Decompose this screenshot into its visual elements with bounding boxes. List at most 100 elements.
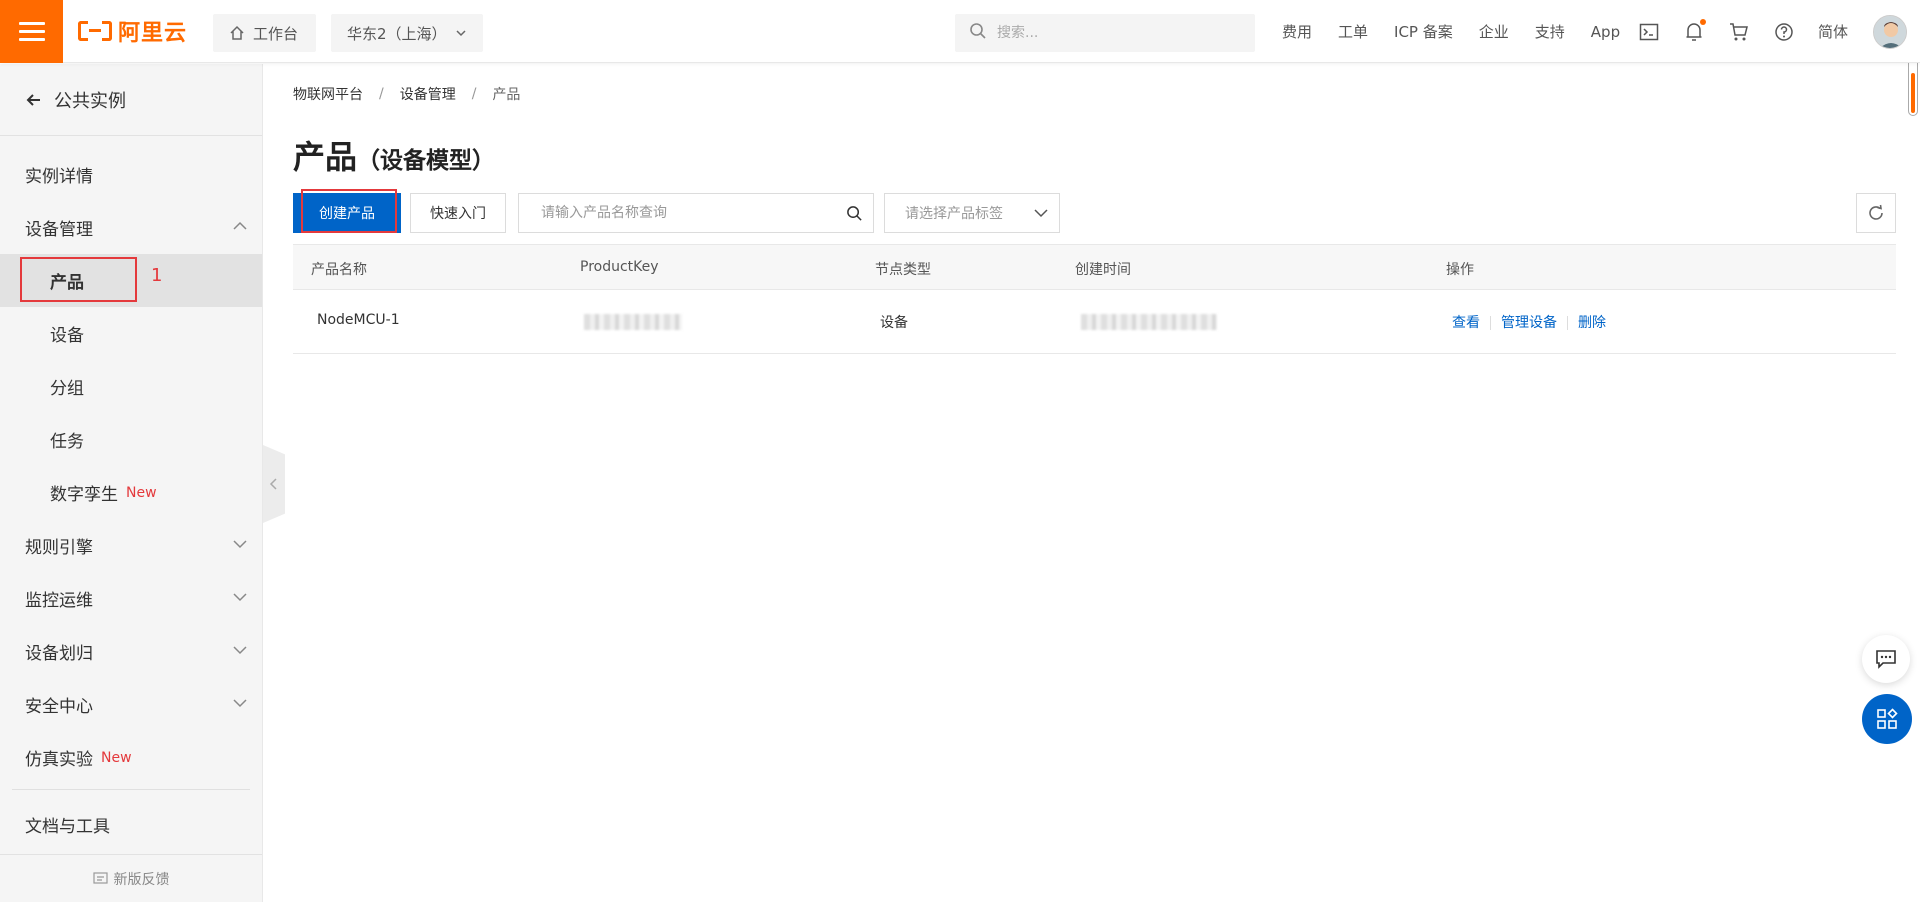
- home-icon: [229, 25, 245, 41]
- link-ticket[interactable]: 工单: [1338, 21, 1368, 42]
- sidebar-item-groups[interactable]: 分组: [0, 360, 262, 413]
- annotation-highlight-box: [301, 189, 397, 233]
- sidebar-item-label: 规则引擎: [25, 538, 93, 558]
- created-time-blurred: [1081, 314, 1217, 334]
- search-icon: [969, 22, 987, 44]
- quickstart-button[interactable]: 快速入门: [410, 193, 506, 233]
- arrow-left-icon: [26, 92, 42, 108]
- manage-devices-link[interactable]: 管理设备: [1501, 315, 1557, 331]
- sidebar-item-security-center[interactable]: 安全中心: [0, 678, 262, 731]
- avatar[interactable]: [1873, 15, 1907, 49]
- back-label: 公共实例: [54, 90, 126, 112]
- product-key-blurred: [584, 314, 682, 334]
- link-enterprise[interactable]: 企业: [1479, 21, 1509, 42]
- column-header-name: 产品名称: [311, 262, 367, 278]
- refresh-icon: [1869, 204, 1883, 220]
- chevron-down-icon: [455, 27, 467, 39]
- column-header-node-type: 节点类型: [875, 262, 931, 278]
- breadcrumb-iot-platform[interactable]: 物联网平台: [293, 84, 363, 104]
- link-billing[interactable]: 费用: [1282, 21, 1312, 42]
- chevron-down-icon: [232, 591, 248, 603]
- breadcrumb-current: 产品: [492, 87, 521, 103]
- aliyun-logo-icon: [78, 19, 112, 43]
- main-content: 物联网平台 / 设备管理 / 产品 产品（设备模型） 创建产品 2 快速入门 请…: [264, 64, 1920, 902]
- sidebar-item-label: 监控运维: [25, 591, 93, 611]
- apps-button[interactable]: [1862, 694, 1912, 744]
- table-row: NodeMCU-1 设备 查看 管理设备 删除: [293, 290, 1896, 354]
- sidebar-item-device-assignment[interactable]: 设备划归: [0, 625, 262, 678]
- delete-link[interactable]: 删除: [1578, 315, 1606, 331]
- column-header-created: 创建时间: [1075, 262, 1131, 278]
- top-icons: [1638, 0, 1818, 63]
- breadcrumb-device-management[interactable]: 设备管理: [400, 84, 456, 104]
- sidebar-item-label: 设备: [50, 326, 84, 346]
- global-search-input[interactable]: [995, 24, 1235, 42]
- feedback-button[interactable]: 新版反馈: [0, 854, 262, 902]
- breadcrumb: 物联网平台 / 设备管理 / 产品: [293, 84, 520, 104]
- view-link[interactable]: 查看: [1452, 315, 1480, 331]
- search-icon[interactable]: [846, 205, 863, 222]
- chat-button[interactable]: [1862, 635, 1910, 683]
- back-to-instances[interactable]: 公共实例: [0, 64, 262, 136]
- global-search[interactable]: [955, 14, 1255, 52]
- product-search-input[interactable]: [539, 204, 829, 222]
- sidebar-item-instance-detail[interactable]: 实例详情: [0, 148, 262, 201]
- workbench-label: 工作台: [253, 24, 299, 43]
- brand-name: 阿里云: [118, 21, 188, 46]
- page-title-sub: （设备模型）: [357, 148, 496, 174]
- sidebar-item-label: 设备管理: [25, 220, 93, 240]
- new-badge: New: [126, 484, 157, 501]
- sidebar-item-label: 任务: [50, 432, 84, 452]
- toolbar: 创建产品 2 快速入门 请选择产品标签: [293, 189, 1896, 234]
- chevron-down-icon: [1033, 206, 1049, 220]
- brand-logo[interactable]: 阿里云: [78, 16, 187, 46]
- chevron-up-icon: [232, 220, 248, 232]
- annotation-highlight-box: [20, 257, 137, 302]
- product-search[interactable]: [518, 193, 874, 233]
- chat-icon: [1876, 650, 1896, 669]
- apps-icon: [1877, 708, 1898, 729]
- region-selector[interactable]: 华东2（上海）: [331, 14, 483, 52]
- sidebar-item-tasks[interactable]: 任务: [0, 413, 262, 466]
- product-tag-select[interactable]: 请选择产品标签: [884, 193, 1060, 233]
- terminal-icon[interactable]: [1638, 21, 1660, 43]
- sidebar-item-devices[interactable]: 设备: [0, 307, 262, 360]
- bell-icon[interactable]: [1683, 18, 1706, 43]
- link-icp[interactable]: ICP 备案: [1394, 21, 1453, 42]
- sidebar-item-products[interactable]: 产品 1: [0, 254, 262, 307]
- sidebar-item-label: 安全中心: [25, 697, 93, 717]
- menu-icon[interactable]: [0, 0, 63, 63]
- refresh-button[interactable]: [1856, 193, 1896, 233]
- link-app[interactable]: App: [1591, 23, 1620, 41]
- chevron-down-icon: [232, 644, 248, 656]
- row-actions: 查看 管理设备 删除: [1452, 312, 1606, 332]
- scrollbar-thumb[interactable]: [1911, 73, 1915, 113]
- language-switch[interactable]: 简体: [1818, 21, 1848, 42]
- feedback-label: 新版反馈: [113, 871, 170, 888]
- annotation-number: 1: [151, 265, 163, 286]
- workbench-button[interactable]: 工作台: [213, 14, 316, 52]
- sidebar-item-label: 数字孪生: [50, 485, 118, 505]
- sidebar-item-rule-engine[interactable]: 规则引擎: [0, 519, 262, 572]
- help-icon[interactable]: [1773, 21, 1795, 43]
- top-links: 费用 工单 ICP 备案 企业 支持 App: [1282, 0, 1646, 63]
- sidebar-item-simulation[interactable]: 仿真实验 New: [0, 731, 262, 784]
- sidebar-item-device-management[interactable]: 设备管理: [0, 201, 262, 254]
- breadcrumb-separator: /: [379, 86, 384, 102]
- top-navigation-bar: 阿里云 工作台 华东2（上海） 费用 工单 ICP 备案 企业 支持 App: [0, 0, 1920, 63]
- product-table: 产品名称 ProductKey 节点类型 创建时间 操作 NodeMCU-1 设…: [293, 244, 1896, 354]
- sidebar-item-digital-twin[interactable]: 数字孪生 New: [0, 466, 262, 519]
- chevron-down-icon: [232, 697, 248, 709]
- chevron-down-icon: [232, 538, 248, 550]
- sidebar-item-monitoring[interactable]: 监控运维: [0, 572, 262, 625]
- notification-dot: [1700, 18, 1706, 25]
- sidebar-item-label: 分组: [50, 379, 84, 399]
- sidebar-item-docs-tools[interactable]: 文档与工具: [0, 798, 262, 851]
- cart-icon[interactable]: [1728, 21, 1750, 43]
- feedback-icon: [92, 871, 108, 886]
- page-title-main: 产品: [293, 138, 358, 176]
- product-name: NodeMCU-1: [317, 312, 400, 328]
- sidebar-item-label: 仿真实验: [25, 750, 93, 770]
- column-header-actions: 操作: [1446, 262, 1474, 278]
- link-support[interactable]: 支持: [1535, 21, 1565, 42]
